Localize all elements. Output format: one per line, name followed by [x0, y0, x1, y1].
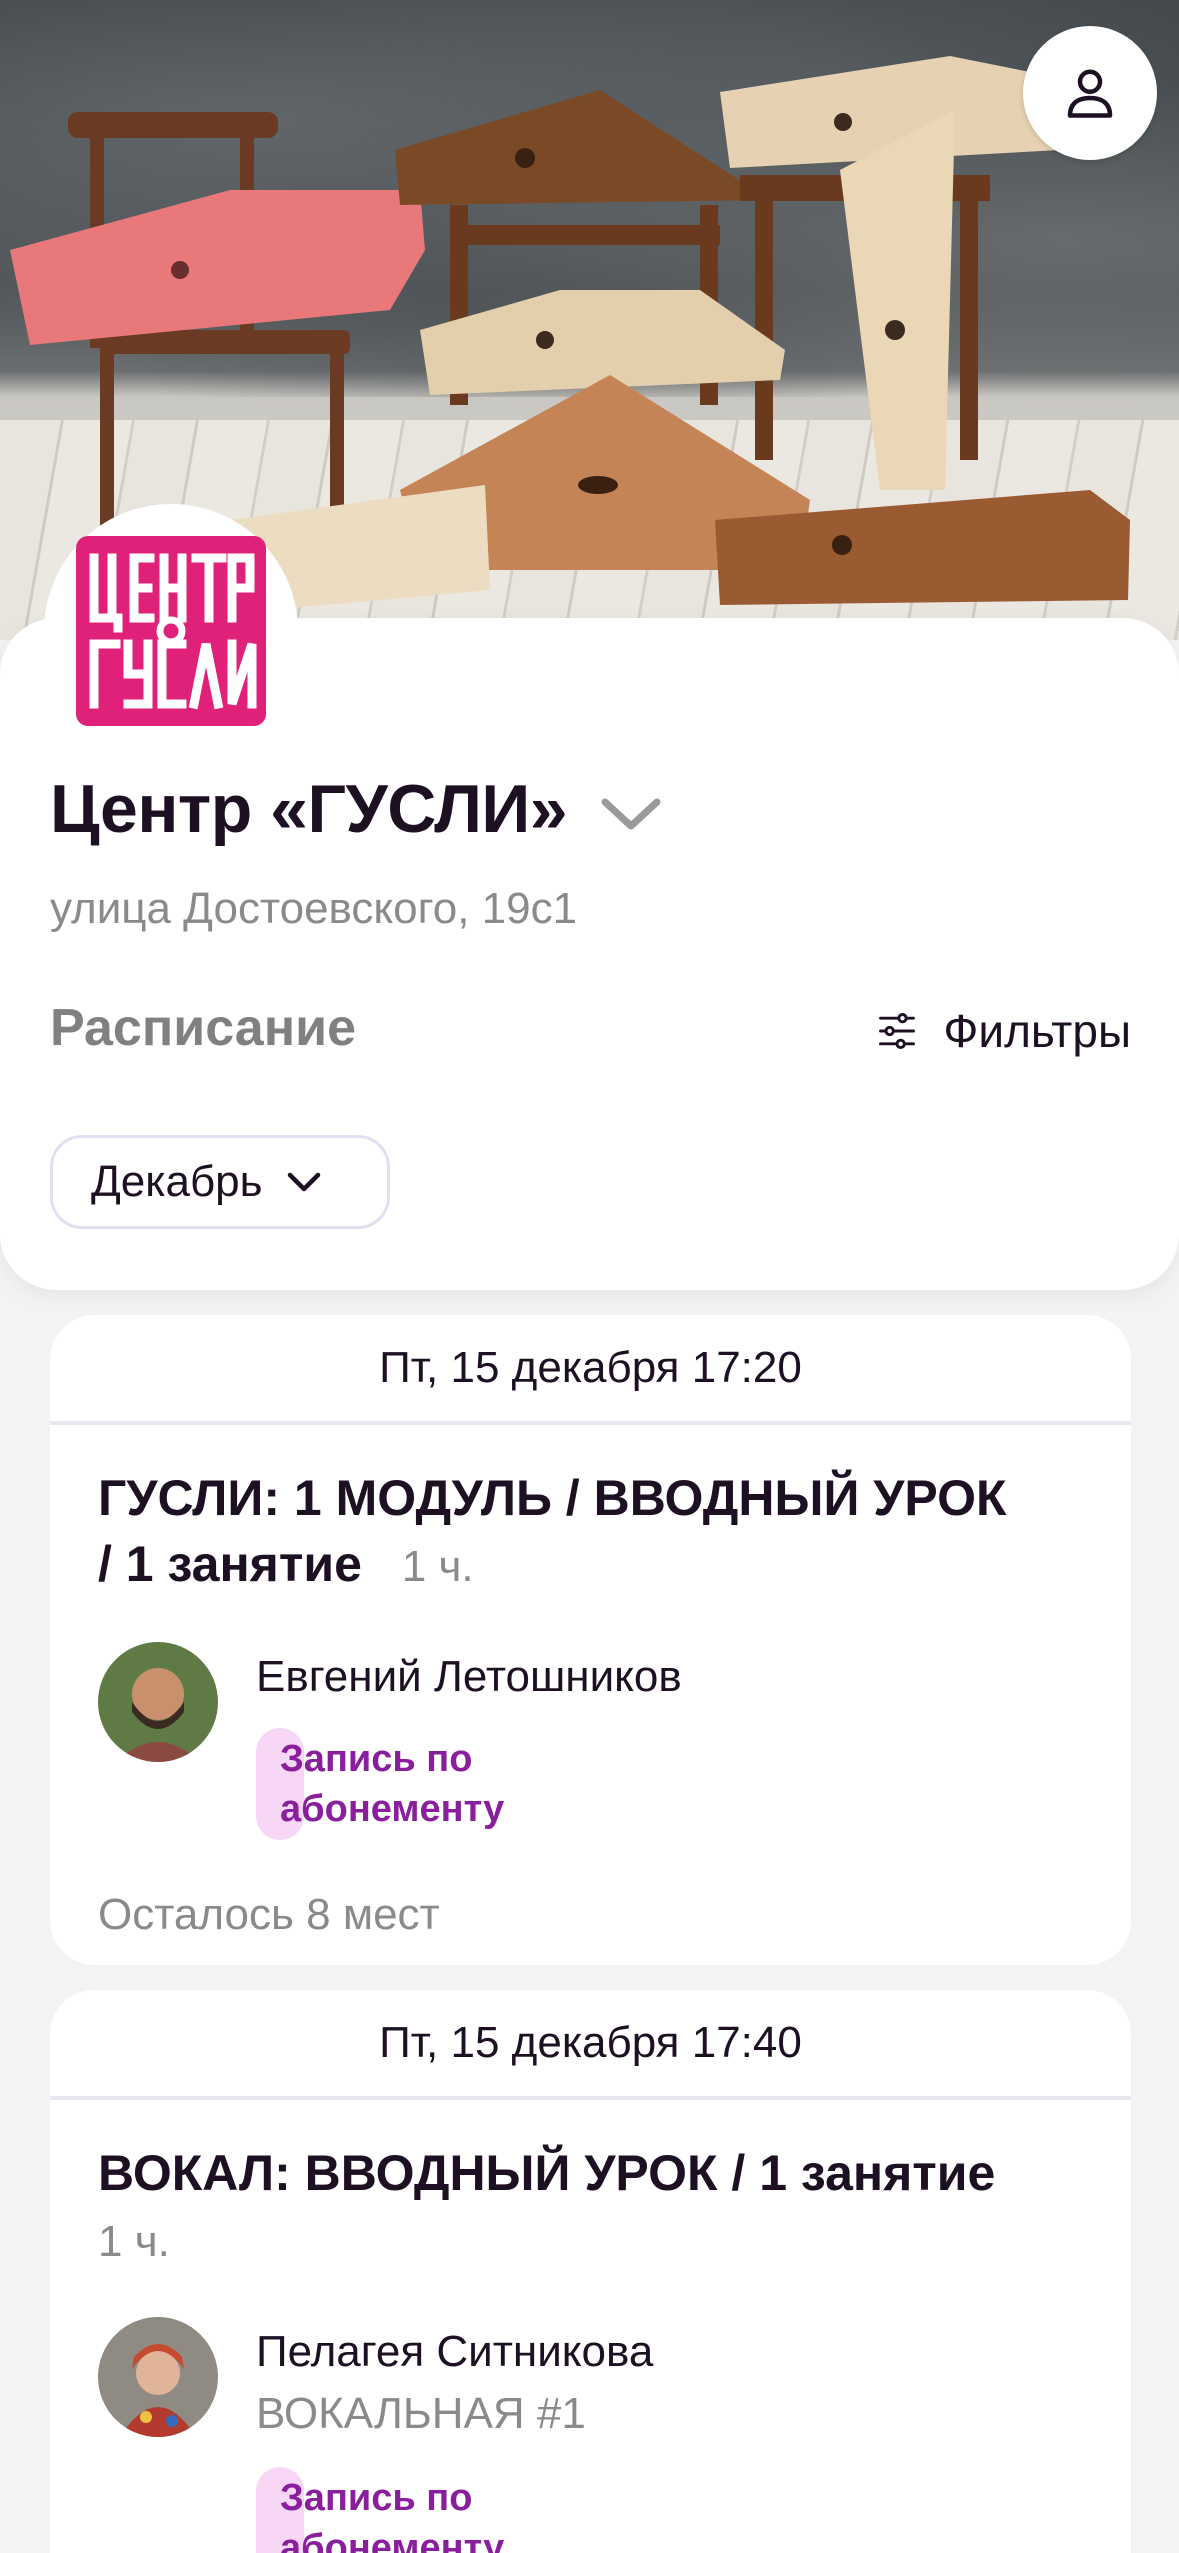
event-date: Пт, 15 декабря 17:20 — [50, 1315, 1131, 1425]
event-title-line1: ГУСЛИ: 1 МОДУЛЬ / ВВОДНЫЙ УРОК — [98, 1470, 1007, 1526]
filters-button[interactable]: Фильтры — [875, 1004, 1131, 1058]
event-title-line1: ВОКАЛ: ВВОДНЫЙ УРОК / 1 занятие — [98, 2145, 996, 2201]
event-duration: 1 ч. — [98, 2217, 170, 2266]
seats-left: Осталось 8 мест — [98, 1890, 440, 1939]
chevron-down-icon — [287, 1172, 320, 1192]
venue-title: Центр «ГУСЛИ» — [50, 771, 568, 847]
event-card[interactable]: Пт, 15 декабря 17:20 ГУСЛИ: 1 МОДУЛЬ / В… — [50, 1315, 1131, 1965]
month-select[interactable]: Декабрь — [50, 1135, 390, 1229]
filter-sliders-icon — [879, 1013, 916, 1049]
event-teacher: Пелагея Ситникова ВОКАЛЬНАЯ #1 — [98, 2317, 1083, 2438]
event-card[interactable]: Пт, 15 декабря 17:40 ВОКАЛ: ВВОДНЫЙ УРОК… — [50, 1990, 1131, 2553]
event-duration: 1 ч. — [401, 1542, 474, 1591]
venue-logo — [76, 536, 266, 726]
chevron-down-icon[interactable] — [599, 794, 663, 834]
event-teacher: Евгений Летошников — [98, 1642, 1083, 1762]
venue-title-row[interactable]: Центр «ГУСЛИ» — [50, 770, 663, 848]
avatar — [98, 1642, 218, 1762]
booking-badge-line2: абонементу — [280, 2527, 505, 2553]
event-title: ГУСЛИ: 1 МОДУЛЬ / ВВОДНЫЙ УРОК / 1 занят… — [98, 1465, 1083, 1600]
venue-logo-wrap — [48, 508, 294, 754]
teacher-name: Пелагея Ситникова — [256, 2327, 654, 2376]
profile-button[interactable] — [1023, 26, 1157, 160]
month-select-value: Декабрь — [91, 1157, 263, 1206]
booking-badge: Запись по абонементу — [256, 1728, 504, 1840]
teacher-name: Евгений Летошников — [256, 1652, 682, 1701]
event-title-line2: / 1 занятие — [98, 1536, 362, 1592]
user-icon — [1067, 69, 1113, 118]
filters-label: Фильтры — [943, 1005, 1131, 1057]
booking-badge-line2: абонементу — [280, 1788, 505, 1830]
avatar — [98, 2317, 218, 2437]
booking-badge-line1: Запись по — [280, 2477, 473, 2519]
event-title: ВОКАЛ: ВВОДНЫЙ УРОК / 1 занятие 1 ч. — [98, 2140, 1083, 2275]
event-date: Пт, 15 декабря 17:40 — [50, 1990, 1131, 2100]
schedule-heading: Расписание — [50, 999, 356, 1057]
booking-badge-line1: Запись по — [280, 1738, 473, 1780]
venue-address: улица Достоевского, 19с1 — [50, 884, 578, 933]
booking-badge: Запись по абонементу — [256, 2467, 504, 2553]
teacher-room: ВОКАЛЬНАЯ #1 — [256, 2389, 586, 2438]
